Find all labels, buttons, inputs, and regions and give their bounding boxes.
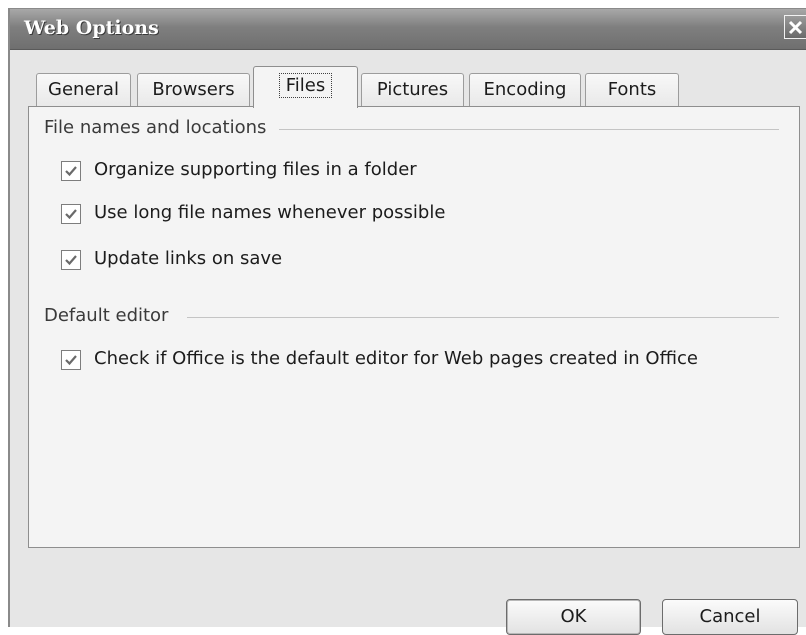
long-file-names-checkbox[interactable] xyxy=(61,204,81,224)
update-links-checkbox[interactable] xyxy=(61,250,81,270)
tab-label: Encoding xyxy=(483,79,567,100)
group-divider xyxy=(187,317,779,318)
checkmark-icon xyxy=(65,166,77,177)
checkbox-label: Update links on save xyxy=(94,248,283,269)
files-tab-panel: File names and locations Organize suppor… xyxy=(28,106,800,548)
checkbox-label: Organize supporting files in a folder xyxy=(94,159,417,180)
tab-general[interactable]: General xyxy=(36,73,131,106)
tab-fonts[interactable]: Fonts xyxy=(585,73,679,106)
close-button[interactable] xyxy=(784,15,806,39)
checkmark-icon xyxy=(65,255,77,266)
group-divider xyxy=(279,129,779,130)
file-names-group-label: File names and locations xyxy=(44,117,275,138)
checkmark-icon xyxy=(65,209,77,220)
tab-label: General xyxy=(48,79,119,100)
tab-label: Browsers xyxy=(152,79,235,100)
tab-files[interactable]: Files xyxy=(253,66,358,108)
default-editor-checkbox[interactable] xyxy=(61,350,81,370)
checkbox-label: Check if Office is the default editor fo… xyxy=(94,348,698,369)
close-icon xyxy=(788,20,803,35)
title-bar[interactable]: Web Options xyxy=(10,9,806,50)
checkbox-label: Use long file names whenever possible xyxy=(94,202,446,223)
checkmark-icon xyxy=(65,355,77,366)
tab-pictures[interactable]: Pictures xyxy=(361,73,464,106)
default-editor-group-label: Default editor xyxy=(44,305,177,326)
organize-files-checkbox[interactable] xyxy=(61,161,81,181)
tab-label: Files xyxy=(278,73,333,98)
tab-label: Fonts xyxy=(607,79,657,100)
tab-browsers[interactable]: Browsers xyxy=(137,73,250,106)
cancel-button[interactable]: Cancel xyxy=(662,599,798,635)
tab-encoding[interactable]: Encoding xyxy=(469,73,581,106)
ok-button[interactable]: OK xyxy=(506,599,641,635)
tab-label: Pictures xyxy=(376,79,449,100)
dialog-title: Web Options xyxy=(24,17,159,39)
